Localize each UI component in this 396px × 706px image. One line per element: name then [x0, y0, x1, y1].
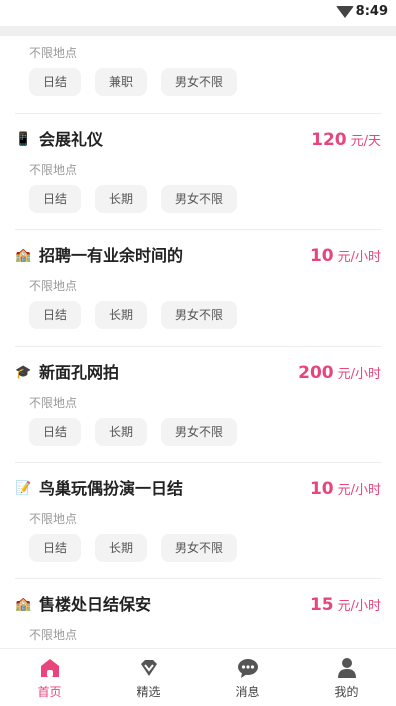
- divider: [15, 462, 381, 463]
- diamond-icon: [141, 660, 157, 676]
- graduation-cap-icon: 🎓: [15, 365, 32, 380]
- tab-home[interactable]: 首页: [0, 649, 99, 706]
- pay-amount: 10: [309, 246, 334, 266]
- pay-amount: 15: [309, 595, 334, 615]
- job-tag: 男女不限: [161, 301, 238, 329]
- job-pay: 10 元/小时: [310, 477, 381, 503]
- phone-icon: 📱: [15, 132, 32, 147]
- job-location: 不限地点: [29, 512, 78, 526]
- job-title: 鸟巢玩偶扮演一日结: [39, 479, 184, 498]
- tab-label: 首页: [37, 685, 62, 699]
- job-tags: 日结 长期 男女不限: [29, 185, 251, 213]
- job-tag: 男女不限: [161, 185, 238, 213]
- divider: [15, 346, 381, 347]
- job-title-row: 📱 会展礼仪 120 元/天: [15, 128, 381, 152]
- job-tags: 日结 兼职 男女不限: [29, 68, 251, 96]
- divider: [15, 113, 381, 114]
- tab-label: 我的: [334, 685, 359, 699]
- job-tags: 日结 长期 男女不限: [29, 534, 251, 562]
- job-tag: 日结: [29, 534, 82, 562]
- job-title-row: 🏫 售楼处日结保安 15 元/小时: [15, 593, 381, 617]
- building-icon: 🏫: [15, 597, 32, 612]
- tab-label: 精选: [136, 685, 161, 699]
- job-pay: 15 元/小时: [310, 593, 381, 619]
- job-tags: 日结 长期 男女不限: [29, 418, 251, 446]
- pay-unit: 元/天: [350, 134, 381, 149]
- tab-featured[interactable]: 精选: [99, 649, 198, 706]
- job-location: 不限地点: [29, 628, 78, 642]
- message-icon: [238, 659, 258, 678]
- wifi-icon: [336, 6, 354, 18]
- job-tag: 日结: [29, 418, 82, 446]
- job-title: 招聘一有业余时间的: [39, 246, 184, 265]
- job-tag: 日结: [29, 68, 82, 96]
- job-tag: 日结: [29, 301, 82, 329]
- divider: [15, 229, 381, 230]
- job-tag: 男女不限: [161, 534, 238, 562]
- job-pay: 200 元/小时: [298, 361, 381, 387]
- job-location: 不限地点: [29, 163, 78, 177]
- pay-unit: 元/小时: [337, 599, 381, 614]
- job-list[interactable]: 不限地点 日结 兼职 男女不限 📱 会展礼仪 120 元/天 不限地点 日结 长期…: [0, 36, 396, 648]
- job-title-row: 📝 鸟巢玩偶扮演一日结 10 元/小时: [15, 477, 381, 501]
- status-time: 8:49: [355, 4, 388, 19]
- job-location: 不限地点: [29, 396, 78, 410]
- job-title: 售楼处日结保安: [39, 595, 152, 614]
- job-location: 不限地点: [29, 46, 78, 60]
- pay-amount: 200: [298, 363, 334, 383]
- person-icon: [338, 658, 356, 678]
- header-shadow: [0, 26, 396, 36]
- pay-amount: 120: [311, 130, 347, 150]
- status-bar: 8:49: [0, 0, 396, 26]
- job-title: 新面孔网拍: [39, 363, 120, 382]
- home-icon: [41, 659, 59, 677]
- pay-amount: 10: [309, 479, 334, 499]
- job-location: 不限地点: [29, 279, 78, 293]
- pay-unit: 元/小时: [337, 483, 381, 498]
- job-tag: 兼职: [95, 68, 148, 96]
- divider: [15, 578, 381, 579]
- tab-messages[interactable]: 消息: [198, 649, 297, 706]
- job-tags: 日结 长期 男女不限: [29, 301, 251, 329]
- job-title: 会展礼仪: [39, 130, 104, 149]
- job-tag: 男女不限: [161, 68, 238, 96]
- job-tag: 男女不限: [161, 418, 238, 446]
- job-tag: 长期: [95, 418, 148, 446]
- job-pay: 120 元/天: [311, 128, 381, 154]
- memo-icon: 📝: [15, 481, 32, 496]
- tab-profile[interactable]: 我的: [297, 649, 396, 706]
- bottom-tab-bar: 首页 精选 消息 我的: [0, 648, 396, 706]
- job-tag: 长期: [95, 534, 148, 562]
- tab-label: 消息: [235, 685, 260, 699]
- job-tag: 日结: [29, 185, 82, 213]
- building-icon: 🏫: [15, 248, 32, 263]
- pay-unit: 元/小时: [337, 367, 381, 382]
- job-pay: 10 元/小时: [310, 244, 381, 270]
- job-title-row: 🎓 新面孔网拍 200 元/小时: [15, 361, 381, 385]
- job-tag: 长期: [95, 185, 148, 213]
- pay-unit: 元/小时: [337, 250, 381, 265]
- job-title-row: 🏫 招聘一有业余时间的 10 元/小时: [15, 244, 381, 268]
- job-tag: 长期: [95, 301, 148, 329]
